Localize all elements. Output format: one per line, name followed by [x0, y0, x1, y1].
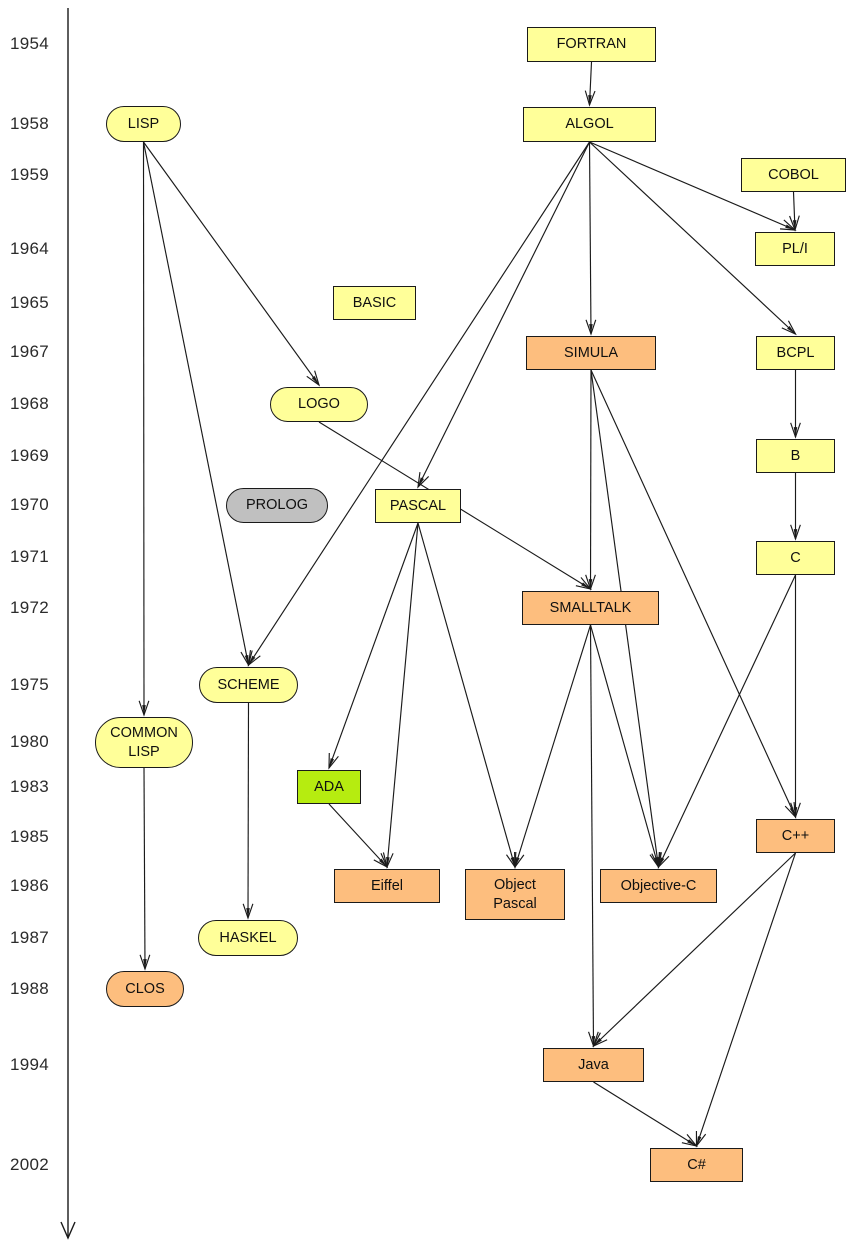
language-node-b[interactable]: B	[756, 439, 835, 473]
language-node-eiffel[interactable]: Eiffel	[334, 869, 440, 903]
language-node-label: Eiffel	[371, 877, 403, 894]
language-node-logo[interactable]: LOGO	[270, 387, 368, 422]
language-node-label: C	[790, 549, 801, 566]
language-node-label: Object Pascal	[493, 877, 537, 912]
language-node-label: BCPL	[776, 344, 815, 361]
language-node-label: SIMULA	[564, 344, 618, 361]
language-node-label: ADA	[314, 778, 344, 795]
language-node-cobol[interactable]: COBOL	[741, 158, 846, 192]
language-node-objpascal[interactable]: Object Pascal	[465, 869, 565, 920]
language-node-label: COBOL	[768, 166, 819, 183]
language-node-bcpl[interactable]: BCPL	[756, 336, 835, 370]
language-node-label: C++	[781, 827, 810, 844]
language-node-label: PL/I	[782, 240, 808, 257]
language-node-clos[interactable]: CLOS	[106, 971, 184, 1007]
language-node-label: Objective-C	[620, 877, 697, 894]
language-node-objectivec[interactable]: Objective-C	[600, 869, 717, 903]
language-node-basic[interactable]: BASIC	[333, 286, 416, 320]
language-node-prolog[interactable]: PROLOG	[226, 488, 328, 523]
language-node-scheme[interactable]: SCHEME	[199, 667, 298, 703]
language-node-cpp[interactable]: C++	[756, 819, 835, 853]
genealogy-diagram: 1954 1958 1959 1964 1965 1967 1968 1969 1970 1971…	[0, 0, 850, 1257]
language-node-label: COMMON LISP	[110, 725, 178, 760]
language-node-simula[interactable]: SIMULA	[526, 336, 656, 370]
language-node-pl1[interactable]: PL/I	[755, 232, 835, 266]
language-node-label: PASCAL	[389, 497, 447, 514]
language-node-algol[interactable]: ALGOL	[523, 107, 656, 142]
language-node-lisp[interactable]: LISP	[106, 106, 181, 142]
language-node-label: C#	[687, 1156, 706, 1173]
language-node-commonlisp[interactable]: COMMON LISP	[95, 717, 193, 768]
language-node-label: Java	[578, 1056, 609, 1073]
language-node-label: LOGO	[298, 396, 340, 413]
language-node-label: BASIC	[352, 294, 397, 311]
language-node-label: PROLOG	[245, 497, 309, 514]
language-node-label: SMALLTALK	[549, 599, 632, 616]
language-node-c[interactable]: C	[756, 541, 835, 575]
language-node-label: LISP	[127, 115, 160, 132]
language-node-label: ALGOL	[565, 116, 614, 133]
language-node-csharp[interactable]: C#	[650, 1148, 743, 1182]
language-nodes: FORTRAN LISP ALGOL COBOL PL/I BASIC SIMULA BCPL…	[0, 0, 850, 1257]
language-node-label: HASKEL	[219, 929, 277, 946]
language-node-label: B	[790, 447, 801, 464]
language-node-label: CLOS	[125, 980, 165, 997]
language-node-haskel[interactable]: HASKEL	[198, 920, 298, 956]
language-node-label: FORTRAN	[556, 36, 627, 53]
language-node-fortran[interactable]: FORTRAN	[527, 27, 656, 62]
language-node-pascal[interactable]: PASCAL	[375, 489, 461, 523]
language-node-smalltalk[interactable]: SMALLTALK	[522, 591, 659, 625]
language-node-label: SCHEME	[217, 676, 280, 693]
language-node-ada[interactable]: ADA	[297, 770, 361, 804]
language-node-java[interactable]: Java	[543, 1048, 644, 1082]
